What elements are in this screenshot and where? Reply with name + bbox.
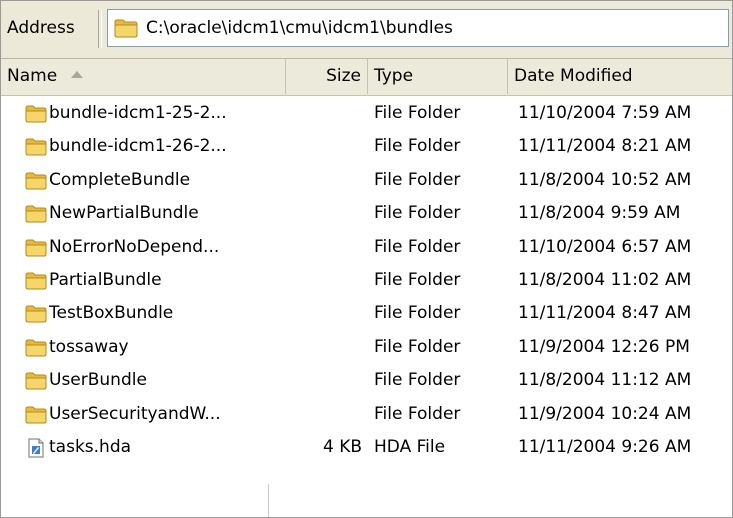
file-name: bundle-idcm1-25-2... (49, 103, 227, 123)
file-size (286, 231, 362, 264)
file-name-cell[interactable]: CompleteBundle (25, 164, 280, 197)
file-date-modified: 11/8/2004 10:52 AM (518, 169, 692, 190)
file-type: File Folder (374, 336, 461, 357)
file-size (286, 331, 362, 364)
file-name-cell[interactable]: TestBoxBundle (25, 297, 280, 330)
column-header-name-label: Name (7, 66, 58, 86)
folder-icon (114, 18, 138, 38)
file-date-modified: 11/8/2004 11:12 AM (518, 370, 692, 391)
file-name: UserBundle (49, 370, 147, 391)
file-name: tossaway (49, 336, 129, 357)
file-date-modified: 11/11/2004 9:26 AM (518, 436, 692, 457)
file-date-modified: 11/10/2004 7:59 AM (518, 103, 692, 123)
folder-icon (25, 304, 47, 323)
column-headers: Name Size Type Date Modified (1, 59, 732, 96)
file-row[interactable]: PartialBundle File Folder 11/8/2004 11:02 … (1, 264, 732, 297)
column-header-name[interactable]: Name (1, 59, 286, 94)
file-name-cell[interactable]: tasks.hda (25, 431, 280, 464)
file-name-cell[interactable]: bundle-idcm1-25-2... (25, 97, 280, 130)
address-input[interactable] (146, 10, 721, 46)
file-list: bundle-idcm1-25-2... File Folder 11/10/200… (1, 97, 732, 464)
file-row[interactable]: tossaway File Folder 11/9/2004 12:26 PM (1, 331, 732, 364)
folder-icon (25, 238, 47, 257)
folder-icon (25, 104, 47, 123)
file-row[interactable]: bundle-idcm1-25-2... File Folder 11/10/200… (1, 97, 732, 130)
address-label: Address (7, 18, 75, 38)
file-size (286, 164, 362, 197)
file-row[interactable]: TestBoxBundle File Folder 11/11/2004 8:47 … (1, 297, 732, 330)
file-name: UserSecurityandW... (49, 403, 221, 424)
column-header-type[interactable]: Type (368, 59, 508, 94)
file-date-modified: 11/11/2004 8:21 AM (518, 136, 692, 157)
folder-icon (25, 405, 47, 424)
file-type: File Folder (374, 169, 461, 190)
file-type: HDA File (374, 436, 446, 457)
file-size (286, 264, 362, 297)
column-header-date-label: Date Modified (514, 66, 633, 86)
explorer-window: Address Name Size Type Date Modified bun… (0, 0, 733, 518)
address-field[interactable] (107, 9, 729, 47)
document-icon (25, 438, 47, 458)
folder-icon (25, 371, 47, 390)
file-row[interactable]: bundle-idcm1-26-2... File Folder 11/11/200… (1, 130, 732, 163)
file-name: bundle-idcm1-26-2... (49, 136, 227, 157)
file-name: NewPartialBundle (49, 203, 199, 224)
file-type: File Folder (374, 236, 461, 257)
file-date-modified: 11/8/2004 9:59 AM (518, 203, 681, 224)
file-date-modified: 11/9/2004 12:26 PM (518, 336, 690, 357)
column-header-size-label: Size (326, 66, 361, 86)
file-size (286, 297, 362, 330)
file-size: 4 KB (322, 436, 362, 457)
file-date-modified: 11/8/2004 11:02 AM (518, 269, 692, 290)
file-name-cell[interactable]: UserBundle (25, 364, 280, 397)
list-column-divider (268, 484, 269, 517)
file-name-cell[interactable]: UserSecurityandW... (25, 398, 280, 431)
file-size (286, 97, 362, 130)
file-type: File Folder (374, 403, 461, 424)
folder-icon (25, 338, 47, 357)
file-name-cell[interactable]: PartialBundle (25, 264, 280, 297)
folder-icon (25, 171, 47, 190)
file-type: File Folder (374, 203, 461, 224)
file-type: File Folder (374, 303, 461, 324)
file-row[interactable]: NoErrorNoDepend... File Folder 11/10/2004 … (1, 231, 732, 264)
file-size (286, 364, 362, 397)
file-name-cell[interactable]: bundle-idcm1-26-2... (25, 130, 280, 163)
file-row[interactable]: NewPartialBundle File Folder 11/8/2004 9:5… (1, 197, 732, 230)
file-type: File Folder (374, 269, 461, 290)
file-type: File Folder (374, 136, 461, 157)
file-size (286, 398, 362, 431)
file-date-modified: 11/10/2004 6:57 AM (518, 236, 692, 257)
folder-icon (25, 271, 47, 290)
file-name-cell[interactable]: tossaway (25, 331, 280, 364)
file-row[interactable]: UserSecurityandW... File Folder 11/9/2004 … (1, 398, 732, 431)
address-bar: Address (1, 1, 732, 59)
file-name: TestBoxBundle (49, 303, 174, 324)
file-date-modified: 11/11/2004 8:47 AM (518, 303, 692, 324)
file-name: tasks.hda (49, 436, 132, 457)
file-name-cell[interactable]: NewPartialBundle (25, 197, 280, 230)
file-row[interactable]: UserBundle File Folder 11/8/2004 11:12 AM (1, 364, 732, 397)
folder-icon (25, 204, 47, 223)
file-row[interactable]: CompleteBundle File Folder 11/8/2004 10:52… (1, 164, 732, 197)
file-size (286, 197, 362, 230)
file-row[interactable]: tasks.hda 4 KB HDA File 11/11/2004 9:26 AM (1, 431, 732, 464)
column-header-size[interactable]: Size (286, 59, 368, 94)
file-name: NoErrorNoDepend... (49, 236, 220, 257)
file-name: PartialBundle (49, 269, 162, 290)
file-type: File Folder (374, 103, 461, 123)
file-size (286, 130, 362, 163)
column-header-date-modified[interactable]: Date Modified (508, 59, 732, 94)
file-type: File Folder (374, 370, 461, 391)
file-date-modified: 11/9/2004 10:24 AM (518, 403, 692, 424)
folder-icon (25, 137, 47, 156)
column-header-type-label: Type (374, 66, 414, 86)
address-separator (98, 10, 102, 48)
file-name: CompleteBundle (49, 169, 191, 190)
file-name-cell[interactable]: NoErrorNoDepend... (25, 231, 280, 264)
sort-ascending-icon (71, 70, 84, 78)
